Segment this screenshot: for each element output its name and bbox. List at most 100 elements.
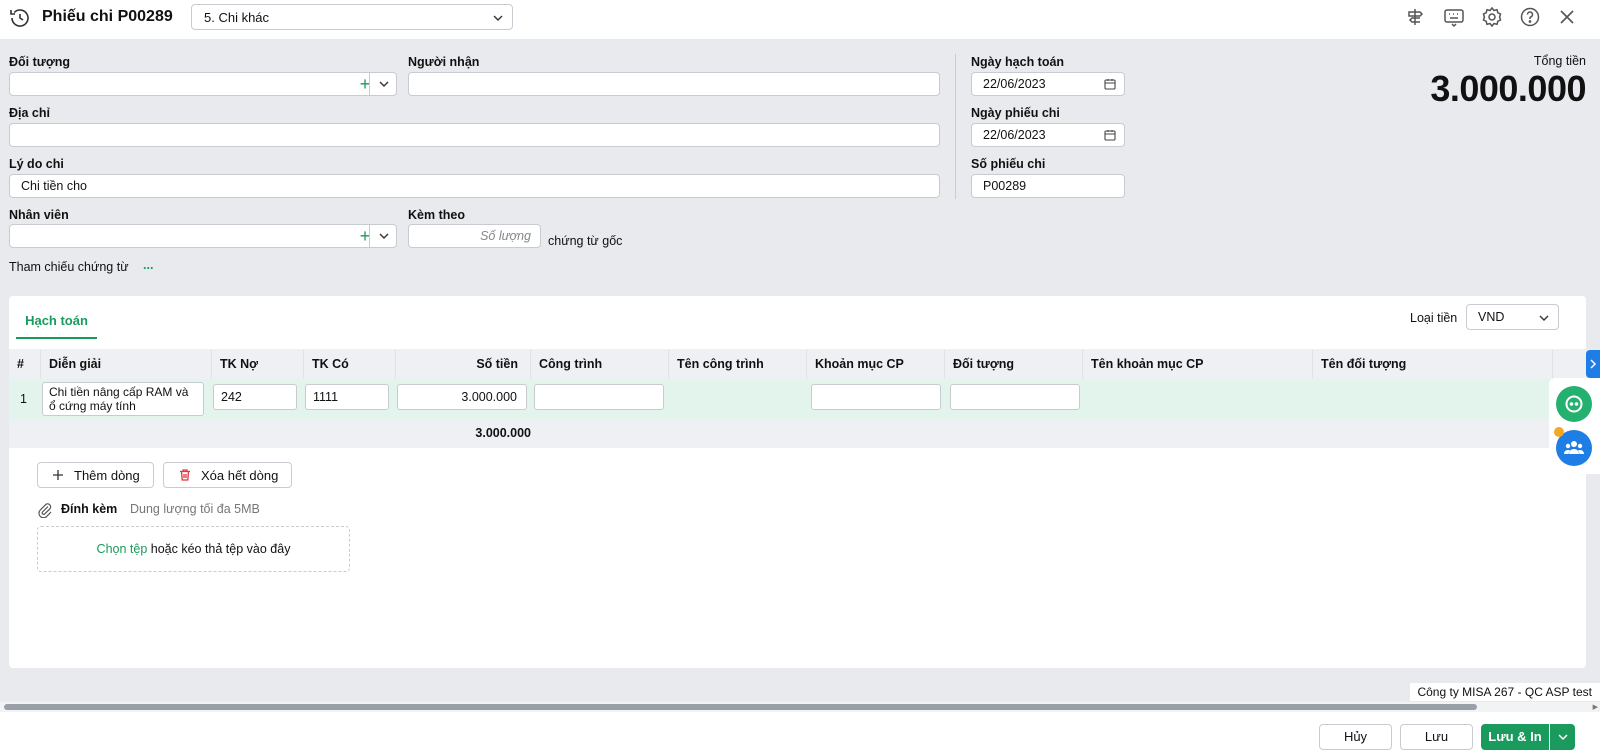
chevron-down-icon[interactable] <box>378 230 390 242</box>
total-so-tien: 3.000.000 <box>475 426 531 440</box>
divider <box>955 54 956 199</box>
delete-all-rows-button[interactable]: Xóa hết dòng <box>163 462 292 488</box>
notification-dot <box>1554 427 1564 437</box>
column-header: # <box>9 349 41 379</box>
column-header: Số tiền <box>396 349 531 379</box>
ly-do-chi-value: Chi tiền cho <box>21 179 88 193</box>
drop-text: hoặc kéo thả tệp vào đây <box>147 542 291 556</box>
so-tien-value: 3.000.000 <box>461 390 517 404</box>
table-header: # Diễn giải TK Nợ TK Có Số tiền Công trì… <box>9 349 1586 379</box>
nguoi-nhan-input[interactable] <box>408 72 940 96</box>
tab-hach-toan[interactable]: Hạch toán <box>16 304 97 339</box>
khoan-muc-cp-input[interactable] <box>811 384 941 410</box>
save-button[interactable]: Lưu <box>1400 724 1473 750</box>
ngay-phieu-chi-label: Ngày phiếu chi <box>971 106 1060 120</box>
chevron-down-icon <box>1558 734 1568 741</box>
horizontal-scrollbar[interactable]: ▶ <box>0 702 1600 712</box>
file-drop-zone[interactable]: Chọn tệp hoặc kéo thả tệp vào đây <box>37 526 350 572</box>
tk-no-value: 242 <box>221 390 242 404</box>
plus-icon <box>53 470 63 480</box>
delete-all-rows-label: Xóa hết dòng <box>201 468 279 483</box>
so-phieu-chi-input[interactable]: P00289 <box>971 174 1125 198</box>
history-icon[interactable] <box>8 6 32 30</box>
currency-label: Loại tiền <box>1410 311 1458 325</box>
ngay-hach-toan-value: 22/06/2023 <box>983 77 1046 91</box>
column-header: Đối tượng <box>945 349 1083 379</box>
ngay-phieu-chi-input[interactable]: 22/06/2023 <box>971 123 1125 147</box>
currency-value: VND <box>1478 310 1505 324</box>
doi-tuong-combobox[interactable]: + <box>9 72 397 96</box>
nguoi-nhan-label: Người nhận <box>408 55 480 69</box>
ly-do-chi-label: Lý do chi <box>9 157 64 171</box>
chevron-right-icon <box>1590 359 1597 369</box>
tham-chieu-more-button[interactable]: ... <box>143 258 153 272</box>
column-header: TK Nợ <box>212 349 304 379</box>
close-icon[interactable] <box>1556 6 1578 28</box>
nhan-vien-label: Nhân viên <box>9 208 69 222</box>
dia-chi-input[interactable] <box>9 123 940 147</box>
divider <box>369 225 370 247</box>
save-print-button[interactable]: Lưu & In <box>1481 724 1549 750</box>
column-header: Khoản mục CP <box>807 349 945 379</box>
add-row-button[interactable]: Thêm dòng <box>37 462 154 488</box>
shortcut-icon[interactable] <box>1404 6 1426 28</box>
calendar-icon[interactable] <box>1104 129 1116 141</box>
attachment-hint: Dung lượng tối đa 5MB <box>130 502 260 516</box>
voucher-type-select[interactable]: 5. Chi khác <box>191 4 513 30</box>
column-header: Diễn giải <box>41 349 212 379</box>
support-widgets <box>1549 378 1600 474</box>
scrollbar-thumb[interactable] <box>4 704 1477 710</box>
help-icon[interactable] <box>1519 6 1541 28</box>
column-header: Tên công trình <box>669 349 807 379</box>
add-doi-tuong-icon[interactable]: + <box>353 75 377 95</box>
doi-tuong-label: Đối tượng <box>9 55 70 69</box>
settings-icon[interactable] <box>1481 6 1503 28</box>
ly-do-chi-input[interactable]: Chi tiền cho <box>9 174 940 198</box>
dien-giai-input[interactable]: Chi tiền nâng cấp RAM và ổ cứng máy tính <box>42 382 204 416</box>
company-name: Công ty MISA 267 - QC ASP test <box>1410 683 1600 701</box>
table-footer: 3.000.000 <box>9 419 1586 448</box>
chevron-down-icon[interactable] <box>378 78 390 90</box>
kem-theo-placeholder: Số lượng <box>480 229 531 243</box>
tong-tien-label: Tổng tiền <box>1533 54 1586 68</box>
column-header: Tên khoản mục CP <box>1083 349 1313 379</box>
currency-select[interactable]: VND <box>1466 304 1559 330</box>
ngay-phieu-chi-value: 22/06/2023 <box>983 128 1046 142</box>
keyboard-icon[interactable] <box>1443 6 1465 28</box>
voucher-type-value: 5. Chi khác <box>204 10 270 25</box>
ngay-hach-toan-label: Ngày hạch toán <box>971 55 1065 69</box>
choose-file-link[interactable]: Chọn tệp <box>97 542 148 556</box>
chung-tu-goc-text: chứng từ gốc <box>548 234 623 248</box>
row-number: 1 <box>20 392 27 406</box>
save-options-dropdown[interactable] <box>1549 724 1575 750</box>
doi-tuong-cell-input[interactable] <box>950 384 1080 410</box>
paperclip-icon <box>38 503 52 518</box>
chat-icon <box>1565 395 1583 413</box>
tham-chieu-label: Tham chiếu chứng từ <box>9 260 129 274</box>
calendar-icon[interactable] <box>1104 78 1116 90</box>
chat-bot-button[interactable] <box>1556 386 1592 422</box>
side-panel-toggle[interactable] <box>1586 350 1600 378</box>
page-title: Phiếu chi P00289 <box>42 8 173 25</box>
chevron-down-icon <box>1539 315 1549 321</box>
tk-co-value: 1111 <box>313 390 339 404</box>
table-row[interactable]: 1 Chi tiền nâng cấp RAM và ổ cứng máy tí… <box>9 379 1586 419</box>
group-icon <box>1564 441 1584 454</box>
tk-no-input[interactable]: 242 <box>213 384 297 410</box>
add-nhan-vien-icon[interactable]: + <box>353 227 377 247</box>
ngay-hach-toan-input[interactable]: 22/06/2023 <box>971 72 1125 96</box>
tk-co-input[interactable]: 1111 <box>305 384 389 410</box>
kem-theo-input[interactable]: Số lượng <box>408 224 541 248</box>
dia-chi-label: Địa chỉ <box>9 106 50 120</box>
trash-icon <box>180 469 190 481</box>
cancel-button[interactable]: Hủy <box>1319 724 1392 750</box>
chevron-down-icon <box>493 15 503 21</box>
nhan-vien-combobox[interactable]: + <box>9 224 397 248</box>
detail-panel: Hạch toán Loại tiền VND # Diễn giải TK N… <box>9 296 1586 668</box>
so-tien-input[interactable]: 3.000.000 <box>397 384 527 410</box>
title-bar: Phiếu chi P00289 5. Chi khác <box>0 0 1600 39</box>
scroll-right-icon[interactable]: ▶ <box>1593 703 1598 711</box>
so-phieu-chi-value: P00289 <box>983 179 1027 193</box>
action-bar: Hủy Lưu Lưu & In <box>0 712 1600 754</box>
cong-trinh-input[interactable] <box>534 384 664 410</box>
